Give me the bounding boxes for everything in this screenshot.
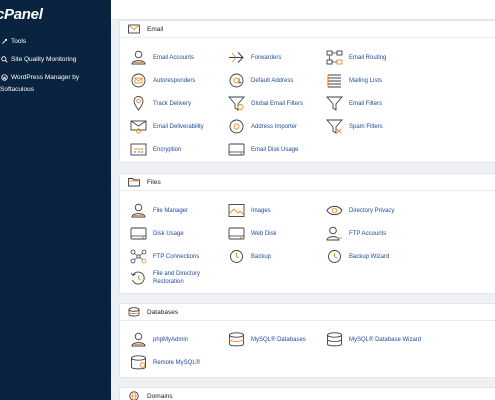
network-icon	[130, 249, 147, 264]
file-directory-restoration-link[interactable]: File and Directory Restoration	[130, 270, 200, 286]
directory-privacy-link[interactable]: Directory Privacy	[326, 203, 394, 218]
disk-icon	[228, 226, 245, 241]
phpmyadmin-link[interactable]: phpMyAdmin	[130, 332, 188, 347]
web-disk-link[interactable]: Web Disk	[228, 226, 277, 241]
address-importer-link[interactable]: Address Importer	[228, 119, 297, 134]
mailing-lists-link[interactable]: Mailing Lists	[326, 73, 382, 88]
globe-icon	[128, 391, 141, 400]
section-title: Files	[147, 178, 161, 186]
key-icon	[130, 119, 147, 134]
mysql-database-wizard-link[interactable]: MySQL® Database Wizard	[326, 332, 421, 347]
sidebar-item-label: Site Quality Monitoring	[11, 55, 77, 63]
autoresponders-link[interactable]: Autoresponders	[130, 73, 195, 88]
spam-filter-icon	[326, 119, 343, 134]
ftp-connections-link[interactable]: FTP Connections	[130, 249, 199, 264]
autoresponder-icon	[130, 73, 147, 88]
folder-icon	[128, 177, 141, 187]
encryption-link[interactable]: Encryption	[130, 142, 181, 157]
global-email-filters-link[interactable]: Global Email Filters	[228, 96, 303, 111]
track-delivery-link[interactable]: Track Delivery	[130, 96, 191, 111]
user-icon	[130, 50, 147, 65]
domains-section: Domains	[119, 387, 495, 400]
database-icon	[326, 332, 343, 347]
file-manager-link[interactable]: File Manager	[130, 203, 188, 218]
sidebar-item-label: WordPress Manager by	[11, 73, 80, 81]
email-section-header[interactable]: Email	[120, 21, 495, 38]
sidebar-item-label: Tools	[11, 37, 27, 45]
email-section: Email Email Accounts Forwarders Email Ro…	[119, 20, 495, 163]
database-icon	[130, 355, 147, 370]
backup-icon	[326, 249, 343, 264]
sidebar-item-site-quality-monitoring[interactable]: Site Quality Monitoring	[0, 55, 76, 63]
envelope-icon	[128, 24, 141, 34]
encryption-icon	[130, 142, 147, 157]
default-address-link[interactable]: Default Address	[228, 73, 293, 88]
files-section-header[interactable]: Files	[120, 174, 495, 191]
databases-section-header[interactable]: Databases	[120, 304, 495, 321]
databases-section: Databases phpMyAdmin MySQL® Databases My…	[119, 303, 495, 378]
section-title: Databases	[147, 308, 179, 316]
filter-icon	[326, 96, 343, 111]
eye-icon	[326, 203, 343, 218]
files-section: Files File Manager Images Directory Priv…	[119, 173, 495, 294]
mysql-databases-link[interactable]: MySQL® Databases	[228, 332, 306, 347]
database-icon	[228, 332, 245, 347]
sidebar: cPanel Tools Site Quality Monitoring Wor…	[0, 0, 111, 400]
filter-icon	[228, 96, 245, 111]
routing-icon	[326, 50, 343, 65]
main-content: Email Email Accounts Forwarders Email Ro…	[111, 0, 495, 400]
top-bar	[111, 0, 495, 20]
at-sign-icon	[228, 73, 245, 88]
image-icon	[228, 203, 245, 218]
email-routing-link[interactable]: Email Routing	[326, 50, 386, 65]
map-pin-icon	[130, 96, 147, 111]
backup-icon	[228, 249, 245, 264]
remote-mysql-link[interactable]: Remote MySQL®	[130, 355, 200, 370]
spam-filters-link[interactable]: Spam Filters	[326, 119, 383, 134]
list-icon	[326, 73, 343, 88]
disk-usage-link[interactable]: Disk Usage	[130, 226, 184, 241]
email-filters-link[interactable]: Email Filters	[326, 96, 382, 111]
sidebar-item-wordpress-manager[interactable]: WordPress Manager by	[0, 73, 79, 81]
tools-icon	[0, 37, 8, 45]
email-accounts-link[interactable]: Email Accounts	[130, 50, 194, 65]
disk-icon	[130, 226, 147, 241]
images-link[interactable]: Images	[228, 203, 271, 218]
wordpress-icon	[0, 73, 8, 81]
disk-icon	[228, 142, 245, 157]
user-icon	[130, 203, 147, 218]
ftp-accounts-link[interactable]: FTP Accounts	[326, 226, 386, 241]
at-sign-icon	[228, 119, 245, 134]
section-title: Email	[147, 25, 164, 33]
arrow-right-icon	[228, 50, 245, 65]
backup-link[interactable]: Backup	[228, 249, 271, 264]
user-icon	[326, 226, 343, 241]
email-deliverability-link[interactable]: Email Deliverability	[130, 119, 204, 134]
cpanel-logo[interactable]: cPanel	[0, 6, 43, 23]
restore-icon	[130, 271, 147, 286]
sidebar-item-tools[interactable]: Tools	[0, 37, 26, 45]
email-disk-usage-link[interactable]: Email Disk Usage	[228, 142, 298, 157]
search-icon	[0, 55, 8, 63]
database-icon	[128, 307, 141, 317]
domains-section-header[interactable]: Domains	[120, 388, 495, 400]
section-title: Domains	[147, 392, 173, 400]
forwarders-link[interactable]: Forwarders	[228, 50, 281, 65]
sidebar-item-wordpress-sub[interactable]: Softaculous	[0, 86, 34, 93]
backup-wizard-link[interactable]: Backup Wizard	[326, 249, 389, 264]
user-icon	[130, 332, 147, 347]
